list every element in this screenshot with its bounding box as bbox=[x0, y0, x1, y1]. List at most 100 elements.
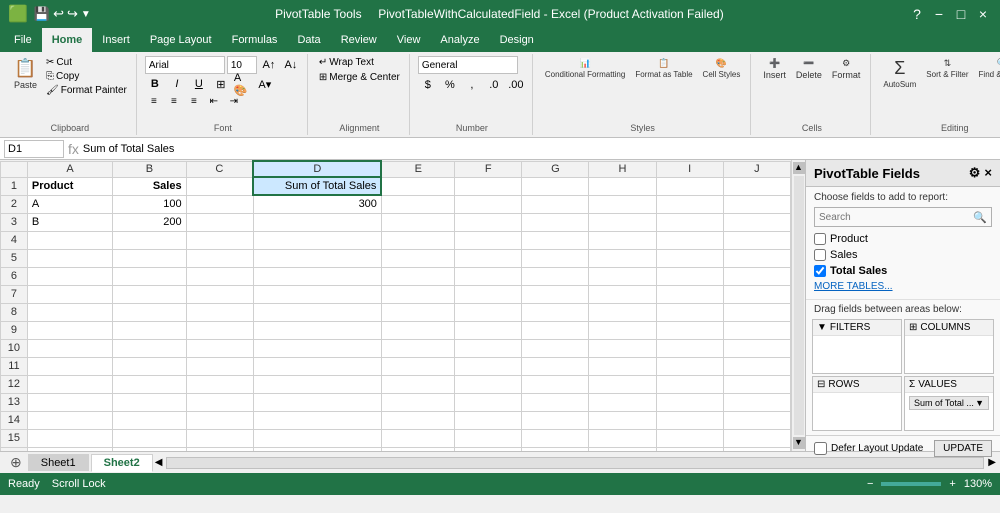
cell-A7[interactable] bbox=[27, 285, 112, 303]
cell-D4[interactable] bbox=[253, 231, 381, 249]
cell-H3[interactable] bbox=[589, 213, 656, 231]
save-button[interactable]: 💾 bbox=[34, 6, 50, 22]
cell-I1[interactable] bbox=[656, 177, 723, 195]
row-header-6[interactable]: 6 bbox=[1, 267, 28, 285]
col-header-C[interactable]: C bbox=[186, 161, 253, 177]
zoom-slider[interactable] bbox=[881, 482, 941, 486]
cell-H13[interactable] bbox=[589, 393, 656, 411]
cell-I2[interactable] bbox=[656, 195, 723, 213]
cell-D10[interactable] bbox=[253, 339, 381, 357]
cell-I5[interactable] bbox=[656, 249, 723, 267]
decrease-decimal-btn[interactable]: .0 bbox=[484, 76, 504, 94]
cell-C3[interactable] bbox=[186, 213, 253, 231]
col-header-E[interactable]: E bbox=[381, 161, 454, 177]
cell-E16[interactable] bbox=[381, 447, 454, 451]
cell-G1[interactable] bbox=[522, 177, 589, 195]
conditional-formatting-button[interactable]: 📊 Conditional Formatting bbox=[541, 56, 629, 81]
cut-button[interactable]: ✂ Cut bbox=[43, 56, 130, 69]
tab-insert[interactable]: Insert bbox=[92, 28, 140, 52]
cell-C2[interactable] bbox=[186, 195, 253, 213]
vertical-scrollbar[interactable]: ▲ ▼ bbox=[791, 160, 805, 451]
col-header-D[interactable]: D bbox=[253, 161, 381, 177]
cell-D1[interactable]: Sum of Total Sales bbox=[253, 177, 381, 195]
paste-button[interactable]: 📋 Paste bbox=[10, 56, 41, 92]
cell-J5[interactable] bbox=[723, 249, 790, 267]
delete-button[interactable]: ➖ Delete bbox=[792, 56, 826, 82]
customize-btn[interactable]: ▼ bbox=[81, 9, 91, 20]
cell-I15[interactable] bbox=[656, 429, 723, 447]
cell-A16[interactable] bbox=[27, 447, 112, 451]
cell-D8[interactable] bbox=[253, 303, 381, 321]
cell-G16[interactable] bbox=[522, 447, 589, 451]
cell-D2[interactable]: 300 bbox=[253, 195, 381, 213]
cell-B15[interactable] bbox=[113, 429, 186, 447]
cell-H8[interactable] bbox=[589, 303, 656, 321]
cell-H9[interactable] bbox=[589, 321, 656, 339]
cell-B6[interactable] bbox=[113, 267, 186, 285]
cell-C11[interactable] bbox=[186, 357, 253, 375]
col-header-A[interactable]: A bbox=[27, 161, 112, 177]
bold-button[interactable]: B bbox=[145, 75, 165, 93]
currency-btn[interactable]: $ bbox=[418, 76, 438, 94]
horizontal-scrollbar[interactable] bbox=[166, 457, 984, 469]
pivot-settings-icon[interactable]: ⚙ bbox=[969, 165, 981, 181]
cell-E8[interactable] bbox=[381, 303, 454, 321]
cell-F11[interactable] bbox=[455, 357, 522, 375]
cell-C9[interactable] bbox=[186, 321, 253, 339]
font-color-button[interactable]: A▾ bbox=[255, 75, 275, 93]
cell-B8[interactable] bbox=[113, 303, 186, 321]
cell-G8[interactable] bbox=[522, 303, 589, 321]
cell-E2[interactable] bbox=[381, 195, 454, 213]
cell-G10[interactable] bbox=[522, 339, 589, 357]
zoom-out-btn[interactable]: − bbox=[867, 478, 873, 490]
cell-H1[interactable] bbox=[589, 177, 656, 195]
comma-btn[interactable]: , bbox=[462, 76, 482, 94]
sheet-tab-sheet2[interactable]: Sheet2 bbox=[91, 454, 153, 472]
cell-C15[interactable] bbox=[186, 429, 253, 447]
redo-button[interactable]: ↪ bbox=[67, 6, 78, 22]
cell-A3[interactable]: B bbox=[27, 213, 112, 231]
cell-I12[interactable] bbox=[656, 375, 723, 393]
values-chip[interactable]: Sum of Total ... ▼ bbox=[909, 396, 989, 410]
cell-B14[interactable] bbox=[113, 411, 186, 429]
cell-E3[interactable] bbox=[381, 213, 454, 231]
scroll-down-btn[interactable]: ▼ bbox=[793, 437, 805, 449]
find-select-button[interactable]: 🔍 Find & Select bbox=[975, 56, 1000, 81]
cell-B4[interactable] bbox=[113, 231, 186, 249]
cell-I13[interactable] bbox=[656, 393, 723, 411]
cell-J10[interactable] bbox=[723, 339, 790, 357]
undo-button[interactable]: ↩ bbox=[53, 6, 64, 22]
cell-B11[interactable] bbox=[113, 357, 186, 375]
cell-A8[interactable] bbox=[27, 303, 112, 321]
cell-I14[interactable] bbox=[656, 411, 723, 429]
cell-C12[interactable] bbox=[186, 375, 253, 393]
cell-I10[interactable] bbox=[656, 339, 723, 357]
tab-analyze[interactable]: Analyze bbox=[430, 28, 489, 52]
tab-home[interactable]: Home bbox=[42, 28, 93, 52]
percent-btn[interactable]: % bbox=[440, 76, 460, 94]
col-header-I[interactable]: I bbox=[656, 161, 723, 177]
cell-B12[interactable] bbox=[113, 375, 186, 393]
cell-G15[interactable] bbox=[522, 429, 589, 447]
row-header-3[interactable]: 3 bbox=[1, 213, 28, 231]
cell-D7[interactable] bbox=[253, 285, 381, 303]
defer-checkbox[interactable] bbox=[814, 442, 827, 455]
number-format-select[interactable] bbox=[418, 56, 518, 74]
cell-J8[interactable] bbox=[723, 303, 790, 321]
cell-E13[interactable] bbox=[381, 393, 454, 411]
cell-J2[interactable] bbox=[723, 195, 790, 213]
cell-I11[interactable] bbox=[656, 357, 723, 375]
cell-H6[interactable] bbox=[589, 267, 656, 285]
cell-G4[interactable] bbox=[522, 231, 589, 249]
cell-D16[interactable] bbox=[253, 447, 381, 451]
cell-G9[interactable] bbox=[522, 321, 589, 339]
cell-C14[interactable] bbox=[186, 411, 253, 429]
cell-F12[interactable] bbox=[455, 375, 522, 393]
row-header-14[interactable]: 14 bbox=[1, 411, 28, 429]
cell-F10[interactable] bbox=[455, 339, 522, 357]
row-header-9[interactable]: 9 bbox=[1, 321, 28, 339]
cell-H10[interactable] bbox=[589, 339, 656, 357]
decrease-font-btn[interactable]: A↓ bbox=[281, 56, 301, 74]
row-header-5[interactable]: 5 bbox=[1, 249, 28, 267]
col-header-F[interactable]: F bbox=[455, 161, 522, 177]
